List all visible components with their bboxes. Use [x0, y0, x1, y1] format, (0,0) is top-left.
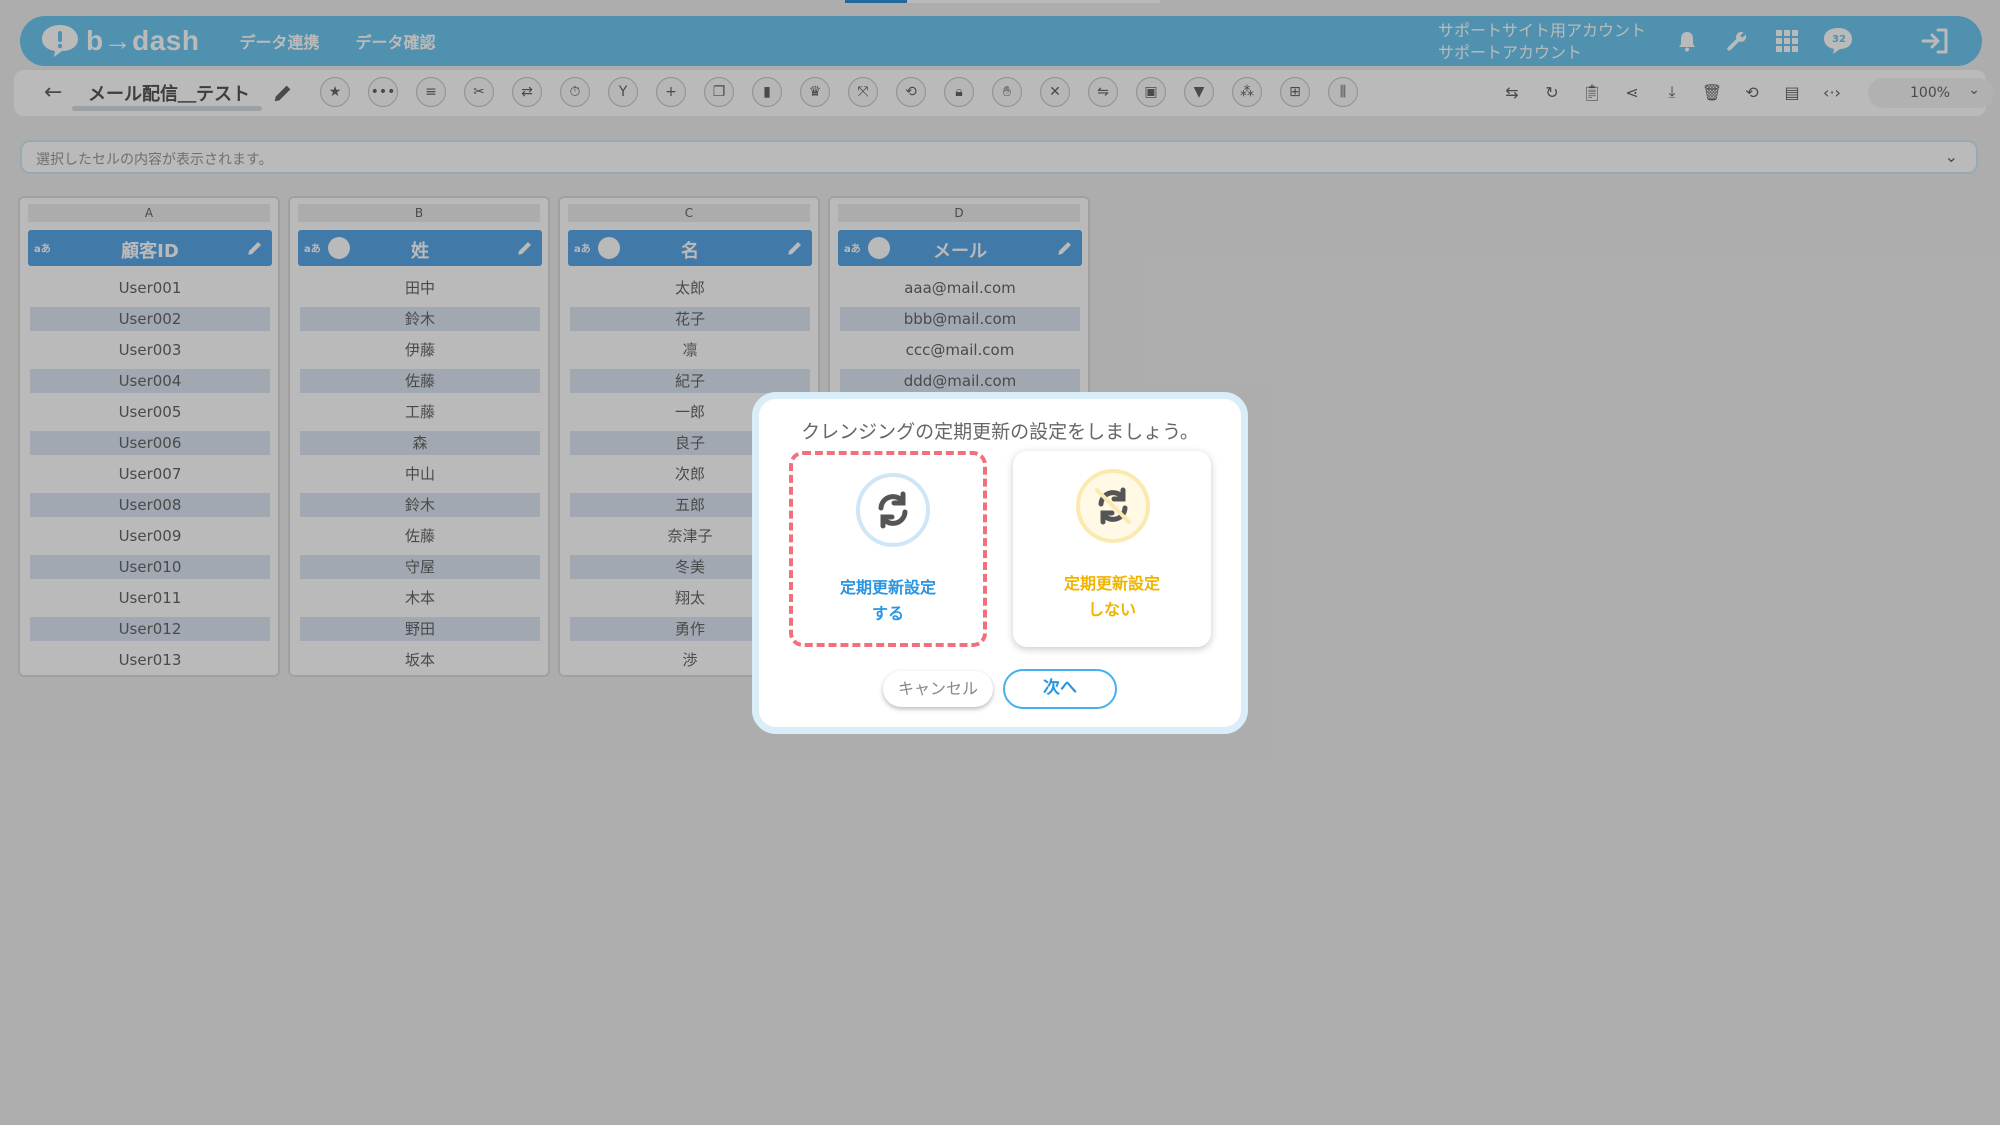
option-off-label: 定期更新設定 しない: [1013, 571, 1211, 623]
option-on-line1: 定期更新設定: [839, 578, 936, 597]
periodic-update-dialog: クレンジングの定期更新の設定をしましょう。 定期更新設定 する 定期更新設定 し…: [752, 392, 1248, 734]
option-on-label: 定期更新設定 する: [793, 575, 983, 627]
option-off-line2: しない: [1087, 600, 1136, 619]
sync-icon: [856, 473, 930, 547]
dialog-title: クレンジングの定期更新の設定をしましょう。: [801, 421, 1199, 443]
next-button[interactable]: 次へ: [1003, 669, 1117, 709]
cancel-button[interactable]: キャンセル: [883, 671, 993, 707]
option-off-line1: 定期更新設定: [1063, 574, 1160, 593]
sync-disabled-icon: [1076, 469, 1150, 543]
option-on-line2: する: [871, 604, 904, 623]
option-periodic-update-off[interactable]: 定期更新設定 しない: [1013, 451, 1211, 647]
option-periodic-update-on[interactable]: 定期更新設定 する: [789, 451, 987, 647]
